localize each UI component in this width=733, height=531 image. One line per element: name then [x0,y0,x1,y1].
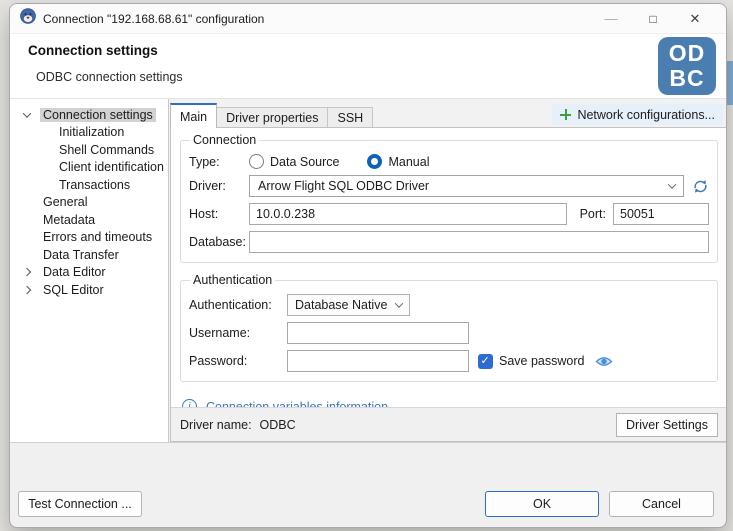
test-connection-button[interactable]: Test Connection ... [18,491,142,517]
type-label: Type: [189,155,249,169]
authentication-row: Authentication: Database Native [189,294,709,316]
refresh-icon [692,178,709,195]
authentication-group-legend: Authentication [190,273,275,287]
close-icon[interactable]: ✕ [674,5,716,33]
host-input[interactable] [249,203,567,225]
database-input[interactable] [249,231,709,253]
settings-tree: Connection settings Initialization Shell… [10,99,169,442]
tab-main[interactable]: Main [170,103,217,128]
sidebar-item-client-identification[interactable]: Client identification [10,159,168,177]
sidebar-item-shell-commands[interactable]: Shell Commands [10,141,168,159]
window-title: Connection "192.168.68.61" configuration [43,12,264,26]
authentication-label: Authentication: [189,298,287,312]
driver-label: Driver: [189,179,249,193]
radio-off-icon[interactable] [249,154,264,169]
sidebar-item-errors-and-timeouts[interactable]: Errors and timeouts [10,229,168,247]
background-window-fragment [727,61,733,105]
database-row: Database: [189,231,709,253]
tab-ssh[interactable]: SSH [327,107,373,128]
password-row: Password: Save password [189,350,709,372]
type-row: Type: Data Source Manual [189,154,709,169]
connection-configuration-dialog: Connection "192.168.68.61" configuration… [9,3,727,528]
driver-row: Driver: Arrow Flight SQL ODBC Driver [189,175,709,197]
eye-icon [595,355,613,368]
driver-name-value: ODBC [260,418,296,432]
tab-content-main: Connection Type: Data Source Man [170,127,727,442]
username-row: Username: [189,322,709,344]
driver-settings-button[interactable]: Driver Settings [616,413,718,437]
tree-collapse-icon[interactable] [20,287,34,293]
titlebar[interactable]: Connection "192.168.68.61" configuration… [10,4,726,34]
connection-group-legend: Connection [190,133,259,147]
chevron-down-icon [395,299,403,307]
sidebar-item-data-transfer[interactable]: Data Transfer [10,246,168,264]
username-label: Username: [189,326,287,340]
port-input[interactable] [613,203,709,225]
sidebar-item-sql-editor[interactable]: SQL Editor [10,281,168,299]
save-password-option[interactable]: Save password [478,354,584,369]
odbc-logo-line2: BC [669,66,704,91]
ok-button[interactable]: OK [485,491,599,517]
cancel-button[interactable]: Cancel [609,491,714,517]
odbc-logo-line1: OD [669,41,706,66]
app-icon [20,8,36,29]
dialog-header: Connection settings ODBC connection sett… [10,34,726,98]
driver-select[interactable]: Arrow Flight SQL ODBC Driver [249,175,684,197]
port-label: Port: [580,207,606,221]
authentication-select[interactable]: Database Native [287,294,410,316]
window-controls: — □ ✕ [590,5,716,33]
tab-driver-properties[interactable]: Driver properties [216,107,328,128]
host-label: Host: [189,207,249,221]
sidebar-item-initialization[interactable]: Initialization [10,124,168,142]
radio-manual[interactable]: Manual [367,154,429,169]
page-subtitle: ODBC connection settings [36,70,726,84]
refresh-drivers-button[interactable] [692,178,709,195]
authentication-group: Authentication Authentication: Database … [180,273,718,382]
sidebar-item-general[interactable]: General [10,194,168,212]
driver-name-bar: Driver name: ODBC Driver Settings [171,407,727,441]
radio-on-icon[interactable] [367,154,382,169]
plus-icon [560,109,571,120]
network-configurations-button[interactable]: Network configurations... [552,104,723,125]
sidebar-item-data-editor[interactable]: Data Editor [10,264,168,282]
page-title: Connection settings [28,43,726,58]
desktop-background: Connection "192.168.68.61" configuration… [0,0,733,531]
radio-data-source[interactable]: Data Source [249,154,339,169]
connection-group: Connection Type: Data Source Man [180,133,718,263]
host-row: Host: Port: [189,203,709,225]
username-input[interactable] [287,322,469,344]
driver-name-label: Driver name: [180,418,252,432]
password-label: Password: [189,354,287,368]
show-password-button[interactable] [595,355,613,368]
odbc-logo: OD BC [658,37,716,95]
sidebar-item-metadata[interactable]: Metadata [10,211,168,229]
checkbox-checked-icon[interactable] [478,354,493,369]
sidebar-item-transactions[interactable]: Transactions [10,176,168,194]
password-input[interactable] [287,350,469,372]
maximize-icon[interactable]: □ [632,5,674,33]
tree-expand-icon[interactable] [20,112,34,118]
chevron-down-icon [668,180,676,188]
dialog-body: Connection settings Initialization Shell… [10,98,727,443]
database-label: Database: [189,235,249,249]
sidebar-item-connection-settings[interactable]: Connection settings [10,106,168,124]
tree-collapse-icon[interactable] [20,269,34,275]
minimize-icon[interactable]: — [590,5,632,33]
main-panel: Main Driver properties SSH Network confi… [169,99,727,442]
